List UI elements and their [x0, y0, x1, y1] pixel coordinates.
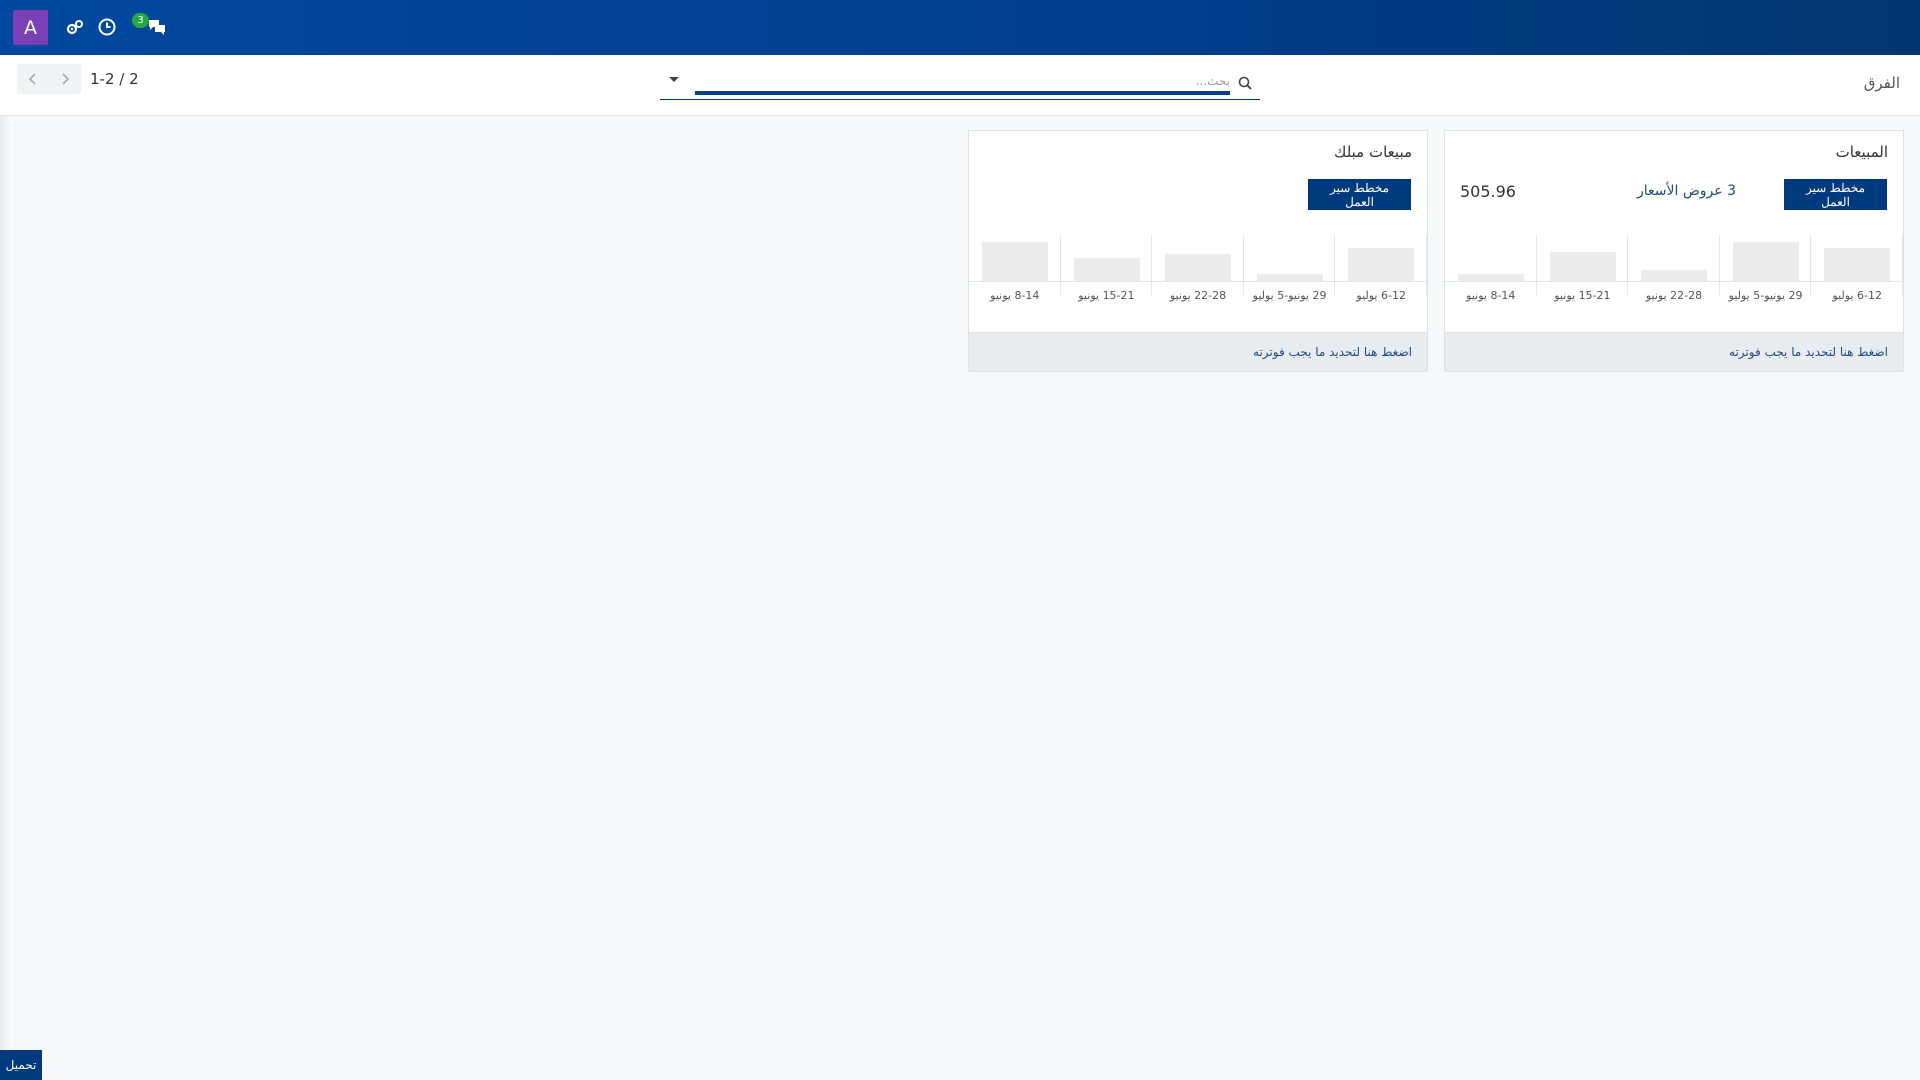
messages-badge: 3 — [132, 13, 149, 28]
chart-bar[interactable] — [1549, 252, 1616, 282]
chart-bar[interactable] — [982, 242, 1048, 282]
chart-bar[interactable] — [1824, 248, 1891, 282]
chart-column[interactable] — [1335, 235, 1427, 295]
chart-column[interactable] — [969, 235, 1061, 295]
chart-column[interactable] — [1720, 235, 1812, 295]
chart-bar[interactable] — [1073, 258, 1140, 282]
card-footer: اضغط هنا لتحديد ما يجب فوترته — [1445, 332, 1903, 371]
chart-column[interactable] — [1445, 235, 1537, 295]
search-icon — [1238, 76, 1252, 90]
chart-bar[interactable] — [1165, 254, 1232, 282]
card-footer: اضغط هنا لتحديد ما يجب فوترته — [969, 332, 1427, 371]
pager-value[interactable]: 1-2 / 2 — [90, 70, 139, 88]
chart-column[interactable] — [1537, 235, 1629, 295]
pipeline-button[interactable]: مخطط سير العمل — [1784, 179, 1887, 210]
top-navbar: A 3 — [0, 0, 1920, 55]
chart-tick-label: 8-14 يونيو — [990, 289, 1040, 302]
left-edge-shadow — [0, 116, 10, 1080]
search-input[interactable]: بحث... — [1196, 74, 1230, 88]
chart-tick-label: 29 يونيو-5 يوليو — [1728, 289, 1803, 302]
chart-column[interactable] — [1811, 235, 1903, 295]
team-card-sales: المبيعات مخطط سير العمل 3 عروض الأسعار 5… — [1444, 130, 1904, 372]
download-button[interactable]: تحميل — [0, 1050, 42, 1080]
control-panel: 1-2 / 2 بحث... الفرق — [0, 55, 1920, 116]
clock-icon[interactable] — [94, 14, 120, 40]
settings-gears-icon[interactable] — [62, 14, 88, 40]
chart-bar[interactable] — [1732, 242, 1799, 282]
chart-tick-label: 15-21 يونيو — [1554, 289, 1611, 302]
chart-column[interactable] — [1628, 235, 1720, 295]
team-card-website-sales: مبيعات مبلك مخطط سير العمل اضغط هنا لتحد… — [968, 130, 1428, 372]
invoiced-amount: 505.96 — [1460, 182, 1516, 201]
chart-column[interactable] — [1152, 235, 1244, 295]
chart-tick-label: 29 يونيو-5 يوليو — [1252, 289, 1327, 302]
chevron-right-icon — [62, 73, 70, 85]
page-title: الفرق — [1863, 74, 1900, 92]
sales-bar-chart[interactable] — [1445, 235, 1903, 295]
team-card-title[interactable]: المبيعات — [1836, 143, 1888, 161]
chart-tick-label: 15-21 يونيو — [1078, 289, 1135, 302]
caret-down-icon[interactable] — [668, 76, 680, 84]
team-card-title[interactable]: مبيعات مبلك — [1334, 143, 1412, 161]
search-focus-line — [695, 91, 1230, 95]
invoicing-target-link[interactable]: اضغط هنا لتحديد ما يجب فوترته — [1729, 345, 1888, 359]
chevron-left-icon — [28, 73, 36, 85]
pipeline-button[interactable]: مخطط سير العمل — [1308, 179, 1411, 210]
chart-tick-label: 22-28 يونيو — [1169, 289, 1227, 302]
chart-tick-label: 6-12 يوليو — [1356, 289, 1406, 302]
invoicing-target-link[interactable]: اضغط هنا لتحديد ما يجب فوترته — [1253, 345, 1412, 359]
chart-tick-label: 8-14 يونيو — [1466, 289, 1516, 302]
user-avatar[interactable]: A — [13, 10, 48, 45]
chart-column[interactable] — [1244, 235, 1336, 295]
chart-axis — [969, 281, 1427, 282]
chart-column[interactable] — [1061, 235, 1153, 295]
search-bar[interactable]: بحث... — [660, 67, 1260, 100]
quotations-link[interactable]: 3 عروض الأسعار — [1637, 183, 1736, 199]
chart-bar[interactable] — [1348, 248, 1415, 282]
sales-bar-chart[interactable] — [969, 235, 1427, 295]
pager-previous-button[interactable] — [17, 64, 49, 94]
chart-axis — [1445, 281, 1903, 282]
chart-tick-label: 6-12 يوليو — [1832, 289, 1882, 302]
chart-tick-label: 22-28 يونيو — [1645, 289, 1703, 302]
pager-next-button[interactable] — [49, 64, 81, 94]
